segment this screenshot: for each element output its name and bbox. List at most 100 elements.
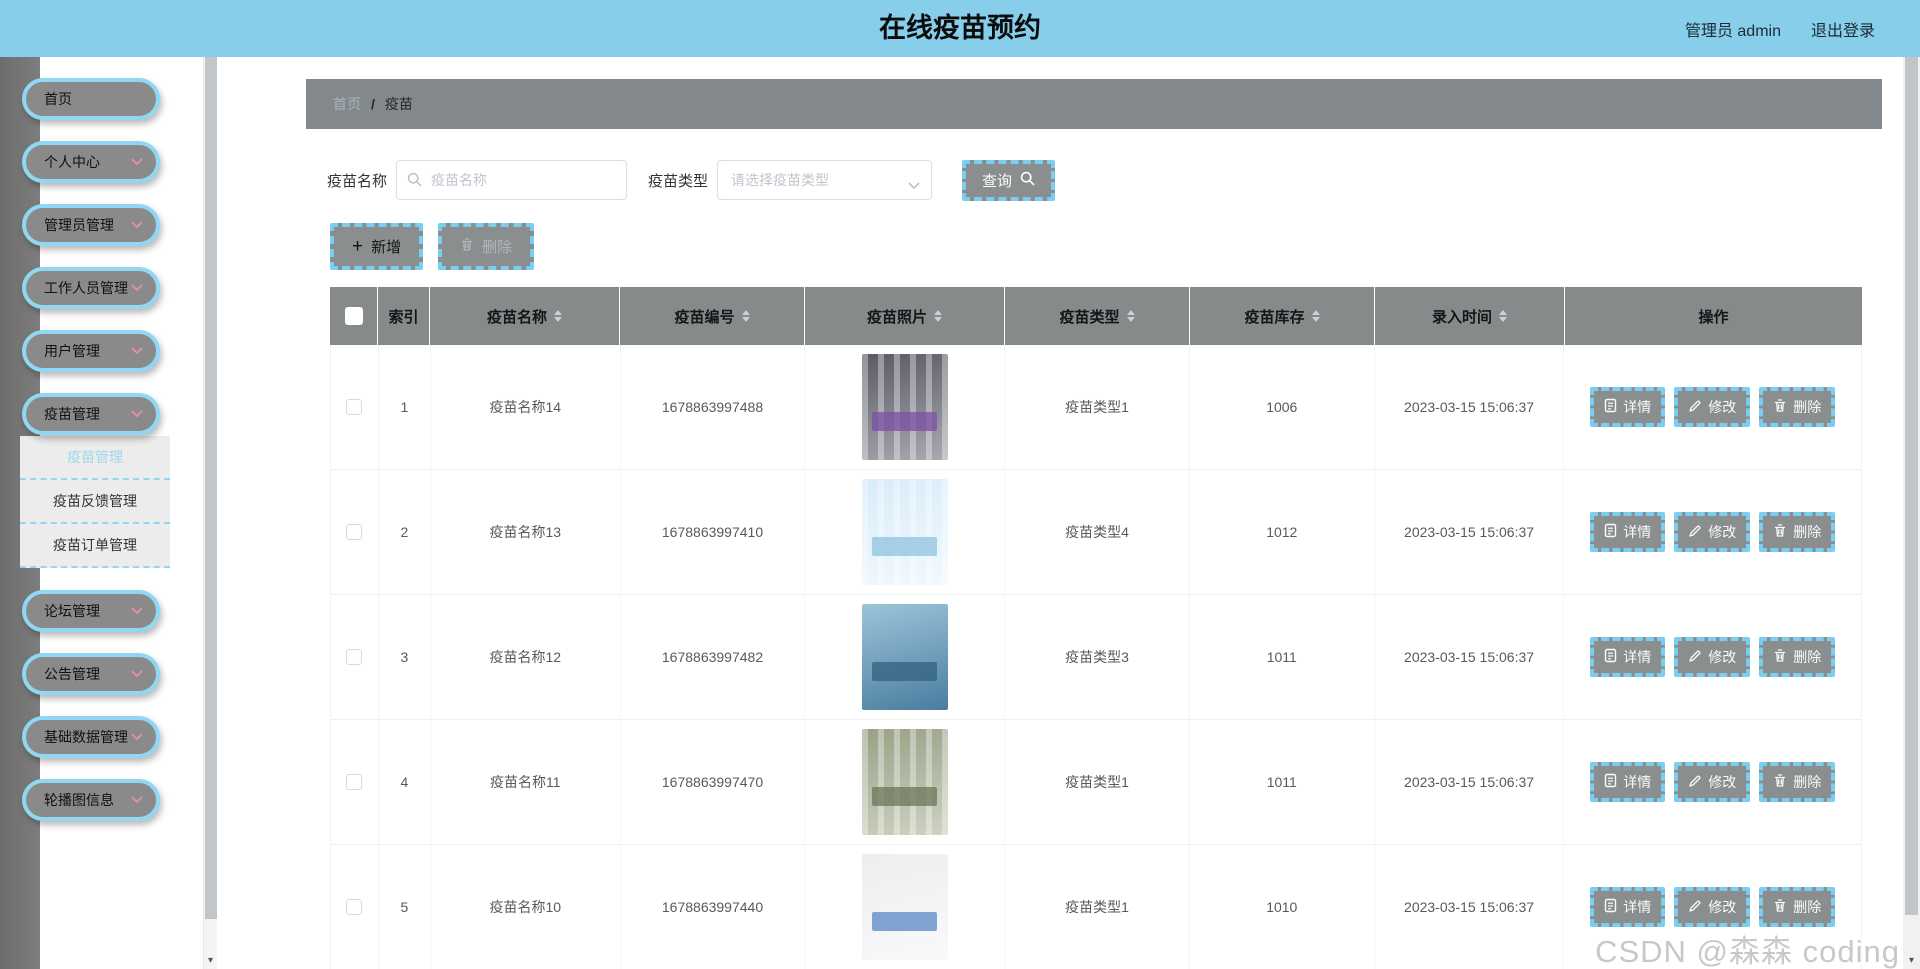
trash-icon [460, 237, 474, 256]
vaccine-stock: 1006 [1190, 345, 1375, 469]
vaccine-type: 疫苗类型1 [1005, 845, 1190, 969]
column-header-3[interactable]: 疫苗编号 [620, 287, 805, 345]
add-button[interactable]: + 新增 [330, 223, 424, 270]
sidebar-item-10[interactable]: 轮播图信息 [22, 779, 160, 821]
breadcrumb-home[interactable]: 首页 [333, 94, 361, 114]
sort-carets-icon[interactable] [741, 310, 750, 322]
sidebar-item-9[interactable]: 基础数据管理 [22, 716, 160, 758]
row-select-cell [331, 845, 379, 969]
row-index-value: 3 [400, 649, 409, 665]
sort-carets-icon[interactable] [1126, 310, 1135, 322]
chevron-down-icon [131, 410, 143, 418]
row-delete-button[interactable]: 删除 [1759, 387, 1836, 427]
photo-accent [872, 912, 938, 932]
select-all-checkbox[interactable] [344, 307, 363, 325]
vaccine-name: 疫苗名称14 [431, 345, 621, 469]
sidebar-item-2[interactable]: 个人中心 [22, 141, 160, 183]
vaccine-code: 1678863997410 [621, 470, 806, 594]
row-index-value: 1 [400, 399, 409, 415]
sidebar-item-7[interactable]: 论坛管理 [22, 590, 160, 632]
vaccine-table: 索引 疫苗名称 疫苗编号 疫苗照片 疫苗类型 疫苗库存 录入时间 操作 1 疫苗名称14 1678… [330, 287, 1862, 969]
row-detail-button[interactable]: 详情 [1590, 387, 1666, 427]
chevron-down-icon [131, 284, 143, 292]
sidebar-item-3[interactable]: 管理员管理 [22, 204, 160, 246]
page-scrollbar[interactable]: ▾ [1903, 57, 1920, 969]
submenu-item-2[interactable]: 疫苗反馈管理 [20, 480, 170, 524]
select-all-cell [330, 287, 378, 345]
row-detail-button[interactable]: 详情 [1590, 637, 1666, 677]
row-select-cell [331, 720, 379, 844]
column-header-7[interactable]: 录入时间 [1375, 287, 1565, 345]
sidebar-item-5[interactable]: 用户管理 [22, 330, 160, 372]
row-checkbox[interactable] [346, 399, 363, 415]
row-checkbox[interactable] [346, 524, 363, 540]
sort-carets-icon[interactable] [554, 310, 562, 322]
chevron-down-icon [131, 733, 143, 741]
column-header-8: 操作 [1565, 287, 1862, 345]
submenu-item-1[interactable]: 疫苗管理 [20, 436, 170, 480]
row-delete-label: 删除 [1793, 899, 1822, 915]
vaccine-type-select[interactable]: 请选择疫苗类型 [717, 160, 933, 200]
photo-accent [872, 787, 938, 807]
vaccine-type-value: 疫苗类型1 [1065, 399, 1129, 415]
row-delete-button[interactable]: 删除 [1759, 512, 1836, 552]
vaccine-name-input[interactable] [396, 160, 628, 200]
sidebar-item-8[interactable]: 公告管理 [22, 653, 160, 695]
row-delete-button[interactable]: 删除 [1759, 637, 1836, 677]
column-header-2[interactable]: 疫苗名称 [430, 287, 620, 345]
sort-carets-icon[interactable] [1311, 310, 1320, 322]
entry-time-value: 2023-03-15 15:06:37 [1404, 899, 1535, 915]
row-checkbox[interactable] [346, 649, 363, 665]
row-detail-button[interactable]: 详情 [1590, 762, 1666, 802]
vaccine-type: 疫苗类型1 [1005, 345, 1190, 469]
sidebar-item-6[interactable]: 疫苗管理 [22, 393, 160, 435]
row-checkbox[interactable] [346, 899, 363, 915]
sidebar: 首页 个人中心 管理员管理 工作人员管理 用户管理 疫苗管理 疫苗管理 疫苗反馈管理 疫苗订单管… [0, 57, 203, 969]
trash-icon [1773, 523, 1787, 541]
row-edit-button[interactable]: 修改 [1674, 762, 1751, 802]
vaccine-name-value: 疫苗名称12 [489, 649, 562, 665]
sidebar-item-label: 公告管理 [44, 666, 100, 682]
sidebar-item-label: 个人中心 [44, 154, 100, 170]
row-detail-label: 详情 [1623, 649, 1652, 665]
sidebar-item-4[interactable]: 工作人员管理 [22, 267, 160, 309]
row-edit-button[interactable]: 修改 [1674, 512, 1751, 552]
row-checkbox[interactable] [346, 774, 363, 790]
vaccine-type-value: 疫苗类型1 [1065, 774, 1129, 790]
vaccine-name: 疫苗名称13 [431, 470, 621, 594]
row-select-cell [331, 595, 379, 719]
sort-carets-icon[interactable] [1499, 310, 1507, 322]
logout-link[interactable]: 退出登录 [1811, 17, 1875, 41]
row-actions: 详情 修改 删除 [1590, 387, 1836, 427]
query-button[interactable]: 查询 [962, 159, 1056, 201]
sort-carets-icon[interactable] [934, 310, 942, 322]
sidebar-item-1[interactable]: 首页 [22, 78, 160, 120]
column-header-5[interactable]: 疫苗类型 [1005, 287, 1190, 345]
row-edit-button[interactable]: 修改 [1674, 387, 1751, 427]
row-edit-button[interactable]: 修改 [1674, 637, 1751, 677]
sidebar-item-label: 用户管理 [44, 343, 100, 359]
vaccine-type-placeholder: 请选择疫苗类型 [731, 172, 830, 188]
sidebar-scrollbar-down-arrow[interactable]: ▾ [204, 954, 217, 968]
row-detail-button[interactable]: 详情 [1590, 887, 1666, 927]
page-scrollbar-down-arrow[interactable]: ▾ [1903, 954, 1920, 968]
row-delete-button[interactable]: 删除 [1759, 762, 1836, 802]
row-delete-label: 删除 [1793, 774, 1822, 790]
sidebar-scrollbar[interactable]: ▾ [203, 57, 217, 969]
breadcrumb: 首页 / 疫苗 [306, 79, 1882, 129]
sidebar-scrollbar-thumb[interactable] [205, 57, 217, 919]
row-actions-cell: 详情 修改 删除 [1564, 595, 1861, 719]
page-scrollbar-thumb[interactable] [1905, 57, 1918, 915]
batch-delete-button[interactable]: 删除 [438, 223, 535, 270]
row-delete-button[interactable]: 删除 [1759, 887, 1836, 927]
submenu-item-3[interactable]: 疫苗订单管理 [20, 524, 170, 568]
vaccine-photo-cell [805, 720, 1006, 844]
photo-accent [872, 412, 938, 432]
row-detail-button[interactable]: 详情 [1590, 512, 1666, 552]
pencil-icon [1688, 524, 1702, 541]
row-edit-button[interactable]: 修改 [1674, 887, 1751, 927]
column-header-6[interactable]: 疫苗库存 [1190, 287, 1375, 345]
column-header-4[interactable]: 疫苗照片 [805, 287, 1005, 345]
vaccine-name-label: 疫苗名称 [327, 172, 388, 190]
row-actions-cell: 详情 修改 删除 [1564, 470, 1861, 594]
